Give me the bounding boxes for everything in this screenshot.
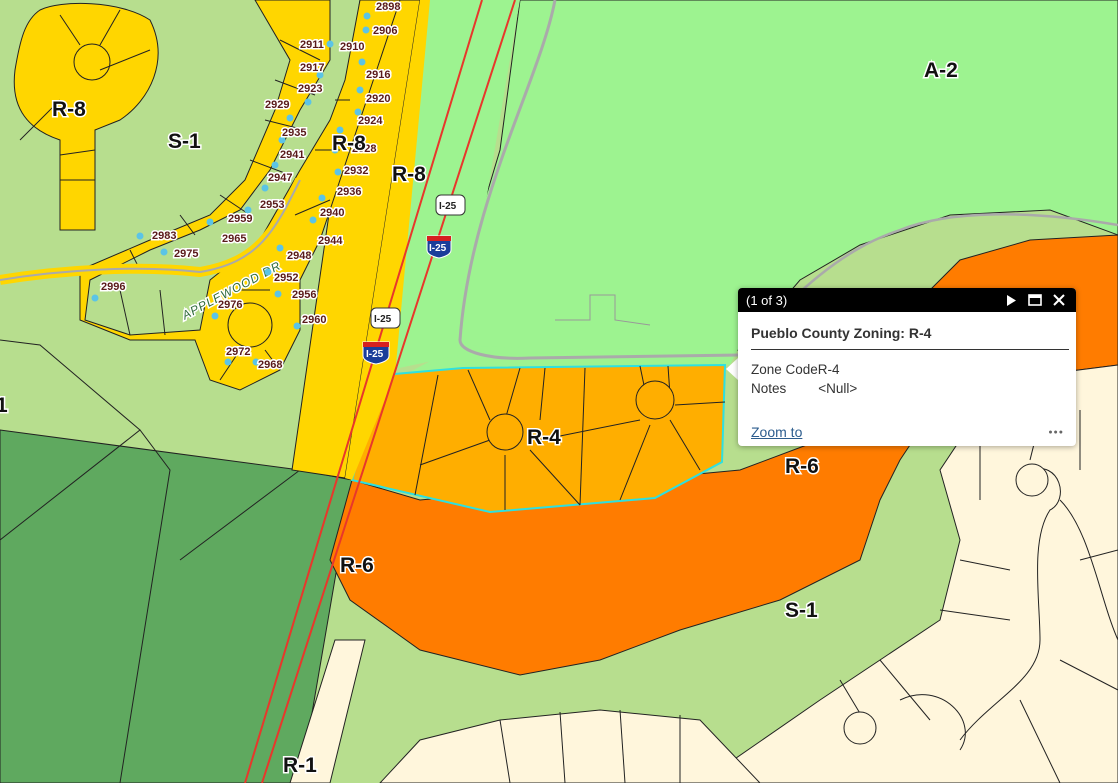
svg-text:2983: 2983	[152, 230, 176, 242]
svg-text:2936: 2936	[337, 186, 361, 198]
popup-attributes: Zone Code R-4 Notes <Null>	[751, 360, 1063, 398]
zone-code-value: R-4	[817, 362, 840, 377]
svg-text:2906: 2906	[373, 25, 397, 37]
zoom-to-link[interactable]: Zoom to	[751, 424, 802, 440]
popup-title: Pueblo County Zoning: R-4	[751, 325, 1069, 350]
feature-count: (1 of 3)	[746, 292, 788, 308]
zone-label-r1: R-1	[283, 754, 317, 777]
svg-text:I-25: I-25	[439, 201, 457, 212]
attribute-row-notes: Notes <Null>	[751, 379, 1063, 398]
svg-text:I-25: I-25	[429, 243, 447, 254]
svg-text:2929: 2929	[265, 99, 289, 111]
zone-code-label: Zone Code	[751, 362, 818, 377]
zone-label-s1: S-1	[168, 130, 201, 153]
svg-text:2968: 2968	[258, 359, 282, 371]
svg-text:2975: 2975	[174, 248, 198, 260]
popup-footer: Zoom to ●●●	[751, 424, 1064, 440]
zone-label-r6-right: R-6	[785, 455, 819, 478]
svg-text:2959: 2959	[228, 213, 252, 225]
feature-popup[interactable]: (1 of 3) Pueblo County Zoning: R-4 Zone …	[738, 288, 1076, 446]
notes-value: <Null>	[818, 381, 858, 396]
svg-text:2923: 2923	[298, 83, 322, 95]
zone-label-r6-left: R-6	[340, 554, 374, 577]
play-icon[interactable]	[1002, 291, 1020, 309]
svg-text:2932: 2932	[344, 165, 368, 177]
zone-label-r8: R-8	[52, 98, 86, 121]
maximize-icon[interactable]	[1026, 291, 1044, 309]
svg-text:2910: 2910	[340, 41, 364, 53]
svg-text:2965: 2965	[222, 233, 246, 245]
svg-text:2947: 2947	[268, 172, 292, 184]
zone-label-r8-center: R-8	[392, 163, 426, 186]
svg-text:2996: 2996	[101, 281, 125, 293]
svg-text:2976: 2976	[218, 299, 242, 311]
svg-text:2960: 2960	[302, 314, 326, 326]
zone-label-a2: A-2	[924, 59, 958, 82]
svg-text:2952: 2952	[274, 272, 298, 284]
svg-text:2956: 2956	[292, 289, 316, 301]
zone-label-s1-right: S-1	[785, 599, 818, 622]
svg-text:2935: 2935	[282, 127, 306, 139]
notes-label: Notes	[751, 381, 787, 396]
svg-text:2941: 2941	[280, 149, 304, 161]
popup-pointer	[726, 358, 738, 380]
svg-text:2953: 2953	[260, 199, 284, 211]
svg-text:2898: 2898	[376, 1, 400, 13]
svg-text:I-25: I-25	[374, 314, 392, 325]
popup-header: (1 of 3)	[738, 288, 1076, 312]
zone-label-r8-partial: R-8	[332, 132, 366, 155]
svg-text:I-25: I-25	[366, 349, 384, 360]
svg-text:2924: 2924	[358, 115, 383, 127]
svg-text:2916: 2916	[366, 69, 390, 81]
svg-text:2940: 2940	[320, 207, 344, 219]
close-icon[interactable]	[1050, 291, 1068, 309]
zone-label-r4: R-4	[527, 426, 561, 449]
attribute-row-zone-code: Zone Code R-4	[751, 360, 1063, 379]
svg-text:2917: 2917	[300, 62, 324, 74]
svg-text:2972: 2972	[226, 346, 250, 358]
ellipsis-icon[interactable]: ●●●	[1048, 429, 1064, 436]
svg-text:2911: 2911	[300, 39, 324, 51]
svg-text:2944: 2944	[318, 235, 343, 247]
svg-text:2948: 2948	[287, 250, 311, 262]
zone-label-edge: 1	[0, 394, 8, 417]
svg-text:2920: 2920	[366, 93, 390, 105]
